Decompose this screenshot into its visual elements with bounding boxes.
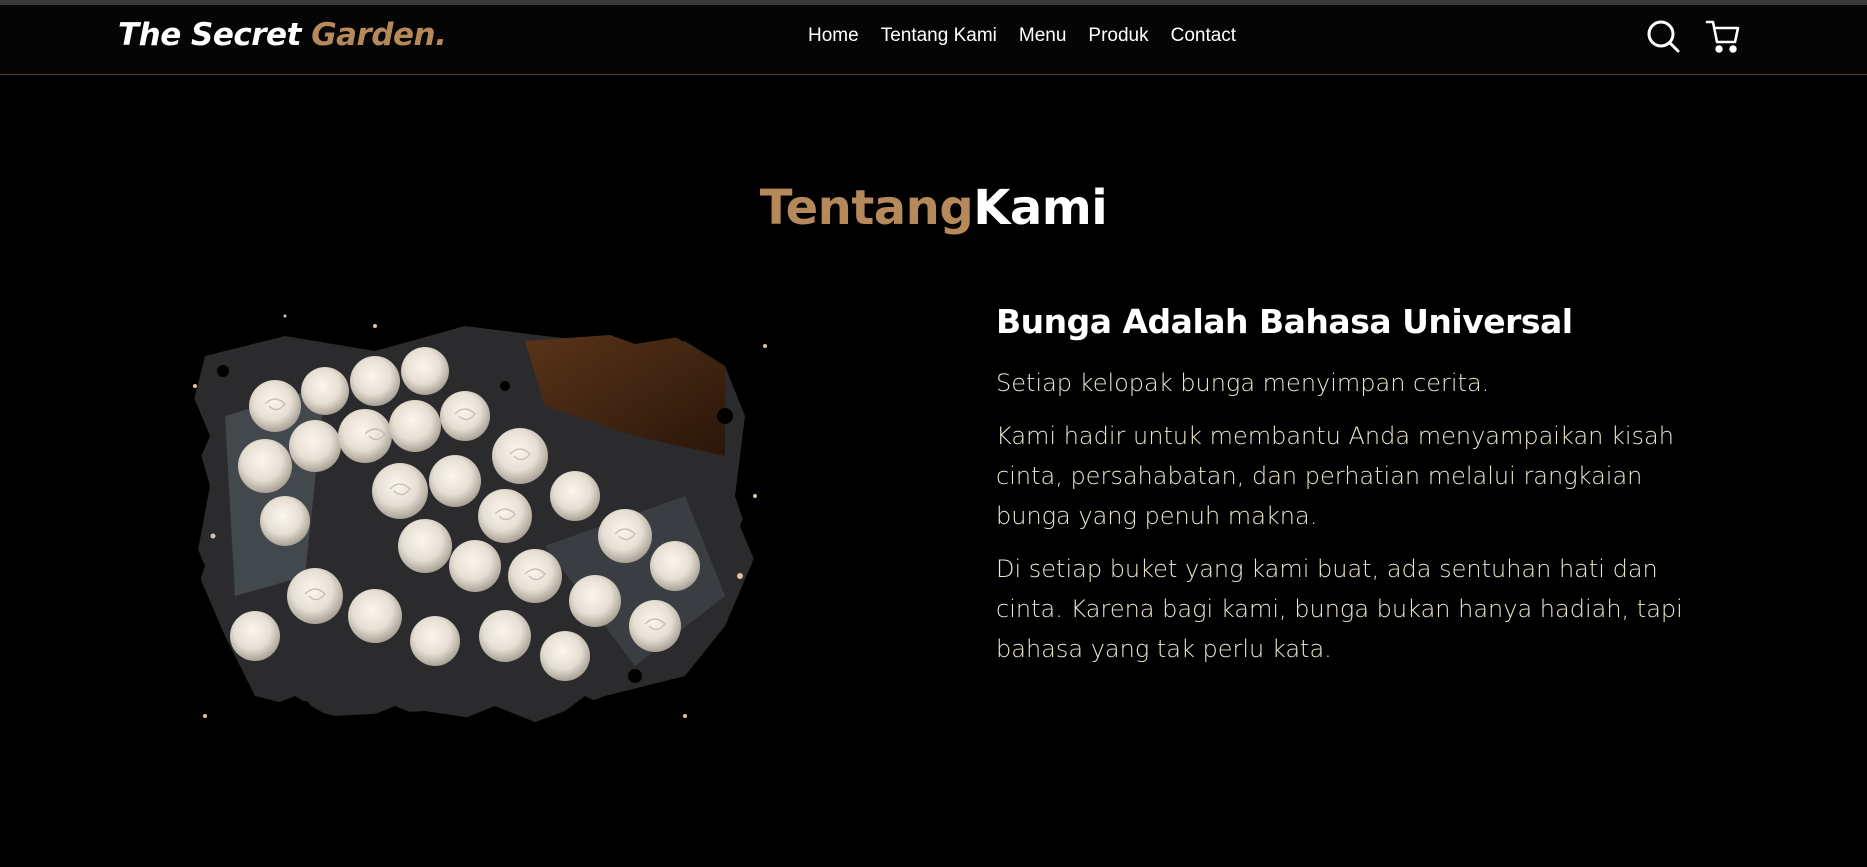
about-image <box>165 296 805 756</box>
about-paragraph-2: Kami hadir untuk membantu Anda menyampai… <box>996 422 1674 530</box>
brand-name-accent: Garden. <box>311 17 447 53</box>
search-icon <box>1647 20 1680 53</box>
brand-name: The Secret <box>118 17 312 53</box>
about-content: Bunga Adalah Bahasa Universal Setiap kel… <box>996 302 1716 682</box>
main-navigation: Home Tentang Kami Menu Produk Contact <box>808 25 1258 47</box>
about-heading: Bunga Adalah Bahasa Universal <box>996 302 1573 341</box>
section-title-accent: Tentang <box>759 180 974 236</box>
cart-button[interactable] <box>1704 17 1742 55</box>
nav-link-produk[interactable]: Produk <box>1088 25 1148 47</box>
section-title: TentangKami <box>0 180 1867 236</box>
search-button[interactable] <box>1644 17 1682 55</box>
about-paragraph-1: Setiap kelopak bunga menyimpan cerita. <box>996 369 1490 397</box>
nav-link-tentang-kami[interactable]: Tentang Kami <box>881 25 997 47</box>
nav-icons <box>1644 17 1742 55</box>
cart-icon <box>1705 20 1740 53</box>
section-title-main: Kami <box>973 180 1108 236</box>
about-paragraph-3: Di setiap buket yang kami buat, ada sent… <box>996 555 1683 663</box>
nav-link-contact[interactable]: Contact <box>1171 25 1236 47</box>
navbar: The Secret Garden. Home Tentang Kami Men… <box>0 5 1867 75</box>
roses-bouquet-image <box>165 296 805 756</box>
brand-logo[interactable]: The Secret Garden. <box>118 17 447 53</box>
nav-link-menu[interactable]: Menu <box>1019 25 1067 47</box>
nav-link-home[interactable]: Home <box>808 25 859 47</box>
